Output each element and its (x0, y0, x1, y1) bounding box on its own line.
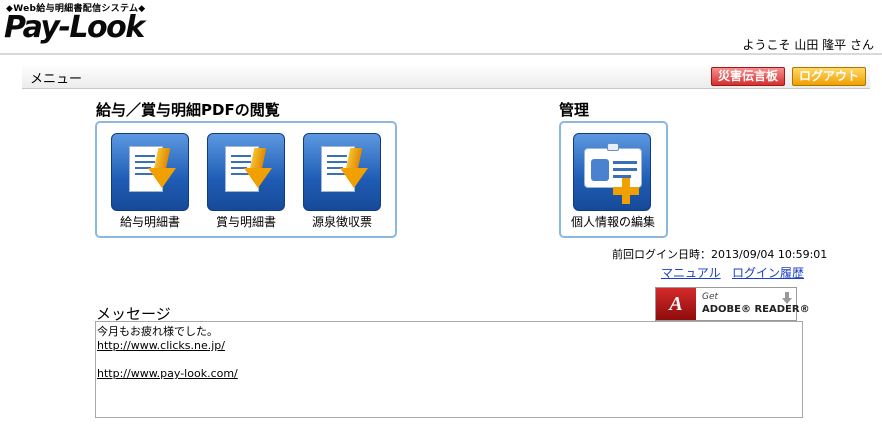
adobe-pdf-icon: A (656, 288, 696, 320)
logo: Pay-Look (4, 10, 145, 45)
header-divider (0, 53, 882, 55)
menu-bar: メニュー 災害伝言板 ログアウト (22, 63, 870, 89)
adobe-get-text: Get (702, 292, 719, 302)
tile-label: 賞与明細書 (215, 215, 276, 229)
admin-section-title: 管理 (559, 101, 590, 119)
login-history-link[interactable]: ログイン履歴 (732, 264, 804, 281)
header: ◆Web給与明細書配信システム◆ Pay-Look ようこそ 山田 隆平 さん (0, 0, 882, 55)
disaster-board-button[interactable]: 災害伝言板 (711, 67, 785, 86)
logout-button[interactable]: ログアウト (792, 67, 866, 86)
get-adobe-reader-badge[interactable]: A Get ADOBE® READER® (655, 287, 810, 321)
document-download-icon (111, 133, 189, 211)
message-line: 今月もお疲れ様でした。 (97, 325, 218, 338)
tile-label: 個人情報の編集 (571, 215, 656, 229)
manual-link[interactable]: マニュアル (661, 264, 721, 281)
download-icon (782, 292, 792, 304)
id-card-plus-icon (573, 133, 651, 211)
tile-label: 給与明細書 (119, 215, 180, 229)
adobe-reader-name: ADOBE® READER® (702, 304, 810, 315)
message-link-clicks[interactable]: http://www.clicks.ne.jp/ (97, 339, 801, 353)
document-download-icon (303, 133, 381, 211)
message-box: 今月もお疲れ様でした。 http://www.clicks.ne.jp/ htt… (95, 321, 803, 418)
pdf-section-title: 給与／賞与明細PDFの閲覧 (96, 101, 280, 119)
tile-salary-statement[interactable]: 給与明細書 (109, 133, 191, 230)
tile-edit-personal-info[interactable]: 個人情報の編集 (571, 133, 656, 230)
last-login-text: 前回ログイン日時：2013/09/04 10:59:01 (612, 248, 828, 261)
welcome-text: ようこそ 山田 隆平 さん (742, 38, 874, 52)
pdf-tiles-group: 給与明細書 賞与明細書 源泉徴収票 (95, 121, 397, 238)
menu-label: メニュー (30, 72, 83, 87)
message-link-paylook[interactable]: http://www.pay-look.com/ (97, 367, 801, 381)
tile-label: 源泉徴収票 (311, 215, 372, 229)
tile-bonus-statement[interactable]: 賞与明細書 (205, 133, 287, 230)
tile-withholding-slip[interactable]: 源泉徴収票 (301, 133, 383, 230)
document-download-icon (207, 133, 285, 211)
admin-tiles-group: 個人情報の編集 (559, 121, 668, 238)
